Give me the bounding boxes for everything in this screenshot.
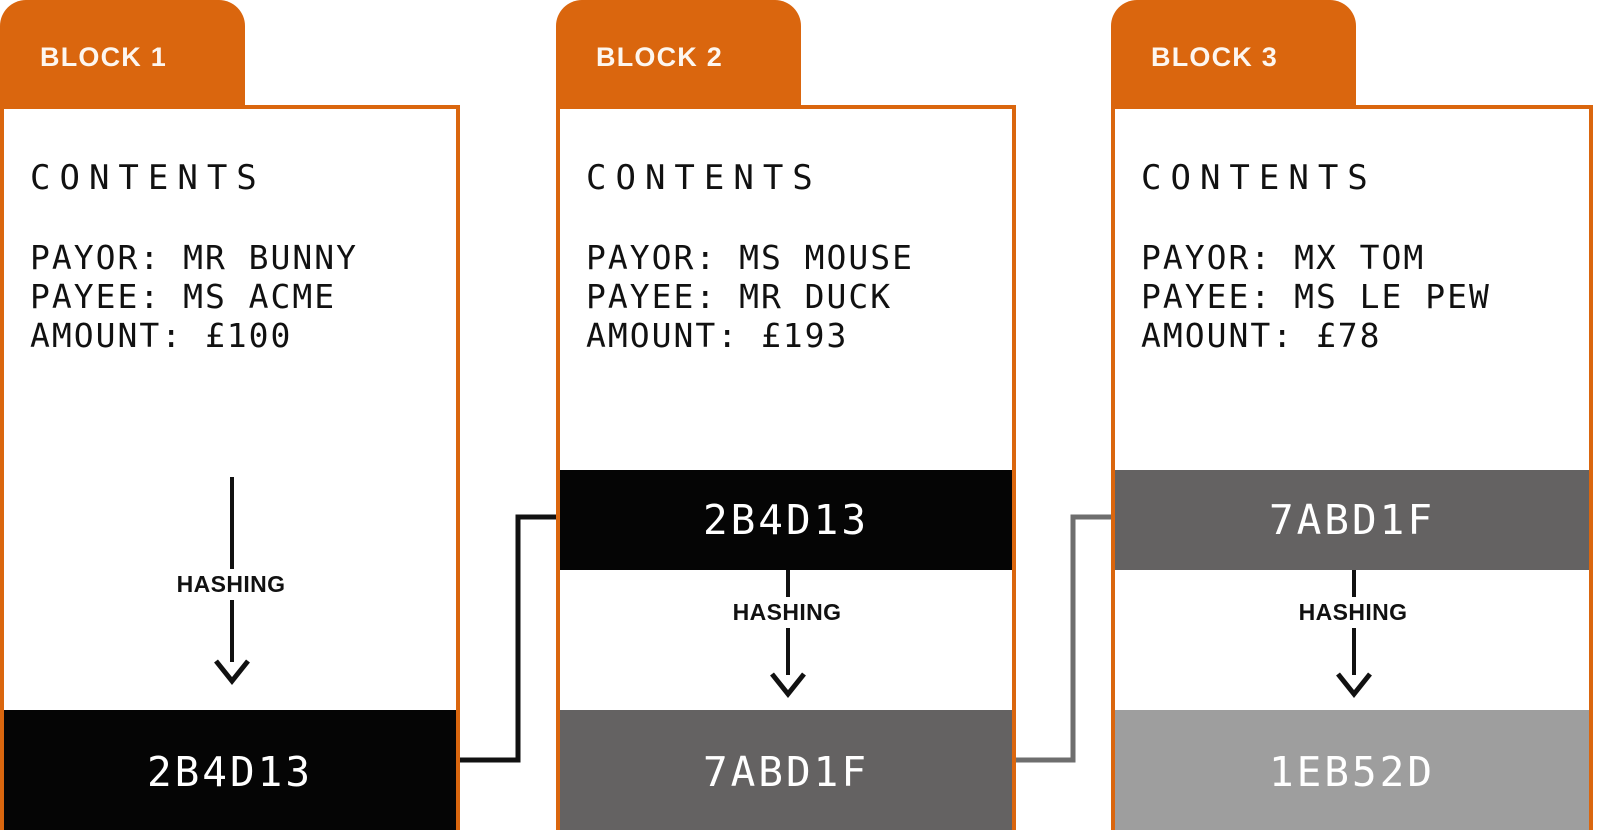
- block-3: BLOCK 3 CONTENTS .......................…: [1111, 0, 1593, 830]
- block-2-payee-row: PAYEE: MR DUCK: [586, 277, 893, 316]
- block-2-payor-row: PAYOR: MS MOUSE: [586, 238, 915, 277]
- block-1-contents-heading: CONTENTS: [30, 158, 266, 198]
- block-3-body: CONTENTS ........................ PAYOR:…: [1111, 105, 1593, 830]
- block-3-tab-label: BLOCK 3: [1151, 42, 1278, 72]
- block-3-outgoing-hash-bar: 1EB52D: [1115, 710, 1589, 830]
- block-1-arrow-down-icon: [214, 659, 250, 685]
- block-1-hashing-group: HASHING: [126, 477, 336, 707]
- block-1-divider: ........................: [30, 211, 450, 235]
- block-1-payee-row: PAYEE: MS ACME: [30, 277, 337, 316]
- block-2-incoming-hash-bar: 2B4D13: [560, 470, 1012, 570]
- block-3-hashing-group: HASHING: [1248, 570, 1458, 710]
- block-1-outgoing-hash-value: 2B4D13: [146, 748, 314, 796]
- block-1-hashing-label: HASHING: [126, 569, 336, 600]
- block-1-payor-row: PAYOR: MR BUNNY: [30, 238, 359, 277]
- block-2-tab-label: BLOCK 2: [596, 42, 723, 72]
- block-3-divider: ........................: [1141, 211, 1583, 235]
- block-3-payee-row: PAYEE: MS LE PEW: [1141, 277, 1491, 316]
- block-1: BLOCK 1 CONTENTS .......................…: [0, 0, 460, 830]
- diagram-canvas: BLOCK 1 CONTENTS .......................…: [0, 0, 1601, 830]
- block-1-amount-row: AMOUNT: £100: [30, 316, 293, 355]
- block-2-amount-row: AMOUNT: £193: [586, 316, 849, 355]
- block-3-contents: CONTENTS ........................ PAYOR:…: [1141, 161, 1583, 352]
- block-1-contents: CONTENTS ........................ PAYOR:…: [30, 161, 450, 352]
- block-2-body: CONTENTS ........................ PAYOR:…: [556, 105, 1016, 830]
- block-3-payor-row: PAYOR: MX TOM: [1141, 238, 1426, 277]
- block-2-incoming-hash-value: 2B4D13: [702, 496, 870, 544]
- block-1-body: CONTENTS ........................ PAYOR:…: [0, 105, 460, 830]
- block-2-outgoing-hash-bar: 7ABD1F: [560, 710, 1012, 830]
- block-1-tab-label: BLOCK 1: [40, 42, 167, 72]
- block-1-outgoing-hash-bar: 2B4D13: [4, 710, 456, 830]
- block-3-outgoing-hash-value: 1EB52D: [1268, 748, 1436, 796]
- block-3-arrow-down-icon: [1336, 672, 1372, 698]
- block-3-amount-row: AMOUNT: £78: [1141, 316, 1382, 355]
- block-2-hashing-label: HASHING: [682, 597, 892, 628]
- block-3-hashing-label: HASHING: [1248, 597, 1458, 628]
- block-2-divider: ........................: [586, 211, 1006, 235]
- block-2-contents: CONTENTS ........................ PAYOR:…: [586, 161, 1006, 352]
- block-3-incoming-hash-value: 7ABD1F: [1268, 496, 1436, 544]
- block-3-tab: BLOCK 3: [1111, 0, 1356, 105]
- block-2-tab: BLOCK 2: [556, 0, 801, 105]
- block-2-outgoing-hash-value: 7ABD1F: [702, 748, 870, 796]
- block-3-incoming-hash-bar: 7ABD1F: [1115, 470, 1589, 570]
- block-2-arrow-down-icon: [770, 672, 806, 698]
- block-2-contents-heading: CONTENTS: [586, 158, 822, 198]
- block-2-hashing-group: HASHING: [682, 570, 892, 710]
- block-2: BLOCK 2 CONTENTS .......................…: [556, 0, 1016, 830]
- block-1-tab: BLOCK 1: [0, 0, 245, 105]
- block-3-contents-heading: CONTENTS: [1141, 158, 1377, 198]
